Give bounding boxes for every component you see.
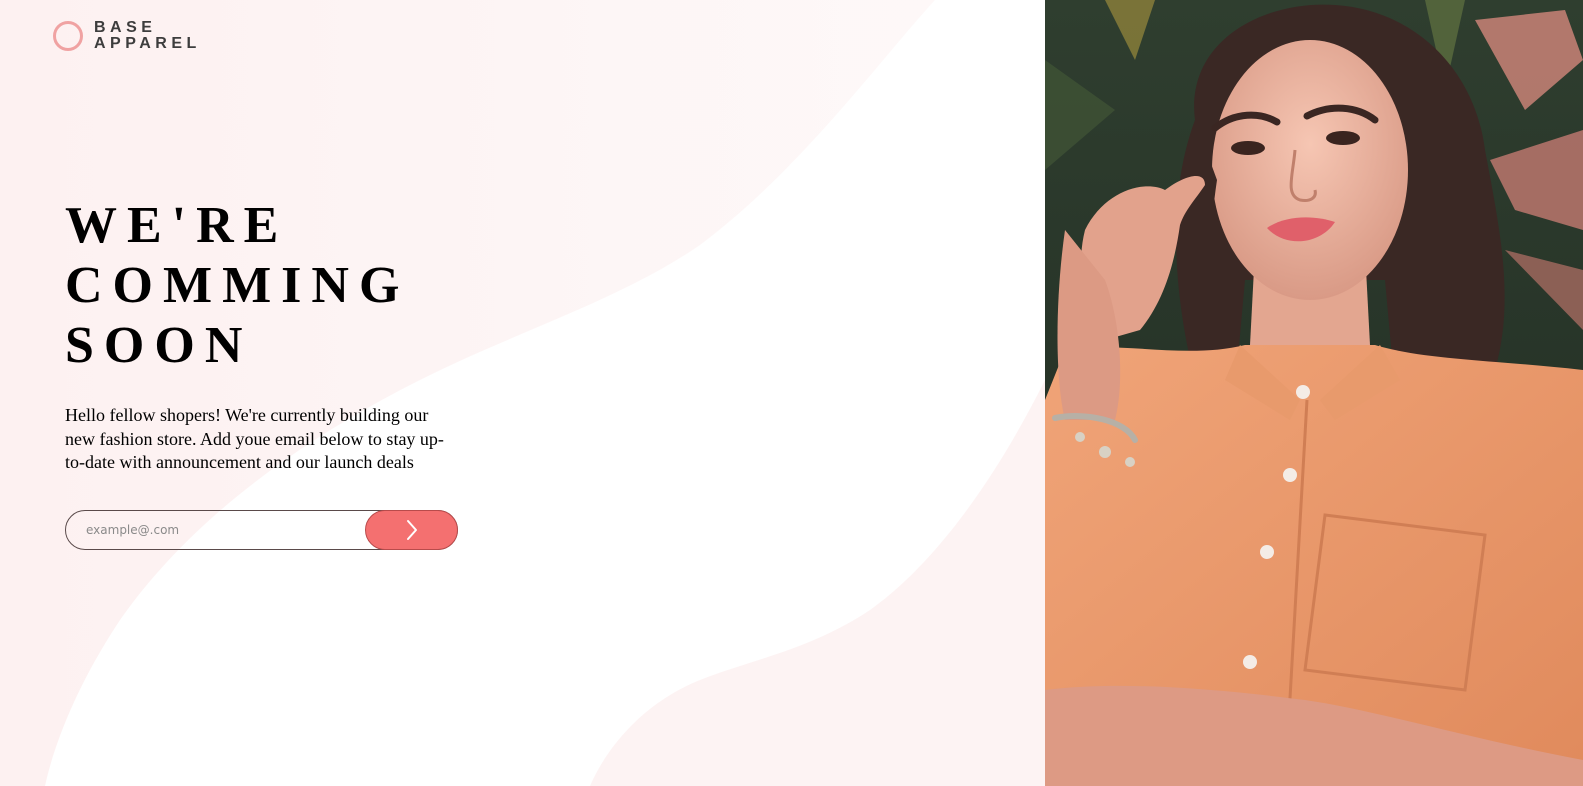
- intro-description: Hello fellow shopers! We're currently bu…: [65, 405, 444, 472]
- email-signup-form: [65, 510, 458, 550]
- headline-line-3: SOON: [65, 317, 253, 374]
- submit-button[interactable]: [365, 510, 458, 550]
- background-waves: [0, 0, 1045, 786]
- brand-name: BASE APPAREL: [94, 20, 201, 52]
- woman-in-orange-shirt-photo: [1045, 0, 1583, 786]
- circle-ring-icon: [53, 21, 83, 51]
- content-panel: BASE APPAREL WE'RE COMMING SOON Hello fe…: [0, 0, 1045, 786]
- coming-soon-page: BASE APPAREL WE'RE COMMING SOON Hello fe…: [0, 0, 1583, 786]
- brand-logo[interactable]: BASE APPAREL: [53, 20, 201, 52]
- hero-photo: [1045, 0, 1583, 786]
- chevron-right-icon: [406, 520, 417, 540]
- headline-line-2: COMMING: [65, 257, 410, 314]
- page-headline: WE'RE COMMING SOON: [65, 196, 409, 376]
- brand-name-line2: APPAREL: [94, 35, 201, 52]
- headline-line-1: WE'RE: [65, 197, 289, 254]
- brand-name-line1: BASE: [94, 19, 157, 36]
